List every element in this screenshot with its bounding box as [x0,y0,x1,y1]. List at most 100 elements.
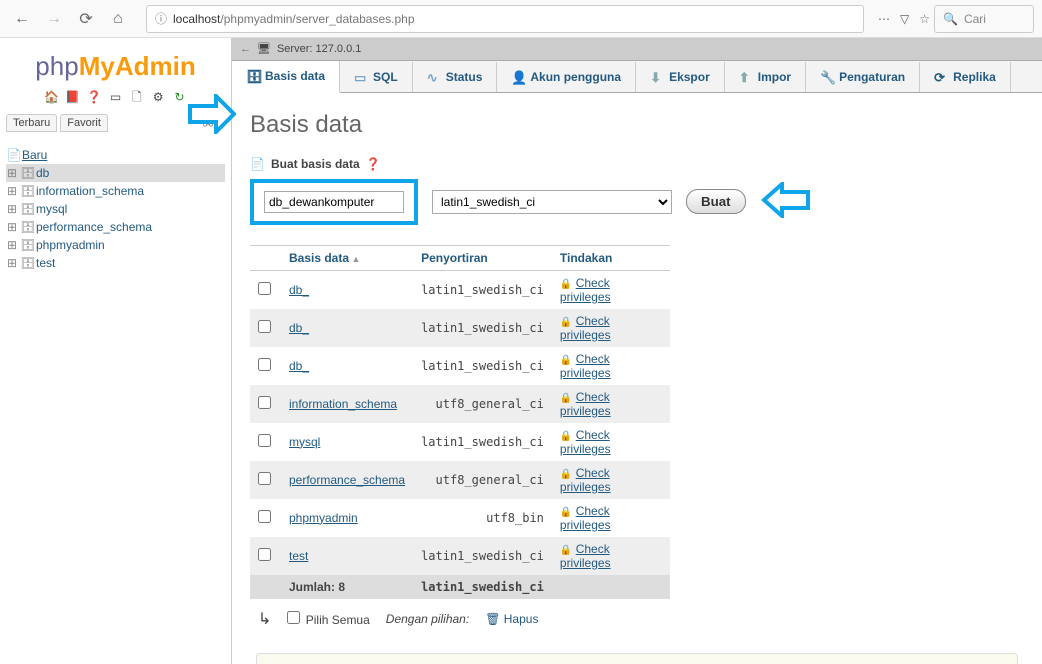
lock-icon [560,390,572,404]
db-link[interactable]: db_ [289,321,309,335]
browser-search[interactable]: 🔍 Cari [934,5,1034,33]
export-icon [650,70,664,84]
tree-db[interactable]: ⊞🗄db [6,164,225,182]
db-link[interactable]: information_schema [289,397,397,411]
lock-icon [560,504,572,518]
db-link[interactable]: performance_schema [289,473,405,487]
sql-icon[interactable]: ▭ [108,90,124,106]
home-icon[interactable]: 🏠 [43,90,59,106]
shield-icon[interactable]: ▽ [900,12,909,26]
col-collation[interactable]: Penyortiran [413,245,552,270]
tab-import[interactable]: Impor [725,62,806,92]
db-link[interactable]: mysql [289,435,320,449]
row-collation: utf8_general_ci [413,385,552,423]
tab-status[interactable]: Status [413,62,498,92]
with-selected-label: Dengan pilihan: [386,612,469,626]
lock-icon [560,352,572,366]
replication-icon [934,70,948,84]
tab-export[interactable]: Ekspor [636,62,725,92]
db-link[interactable]: db_ [289,359,309,373]
tab-users[interactable]: Akun pengguna [497,62,636,92]
row-collation: utf8_bin [413,499,552,537]
table-row: db_latin1_swedish_ci Check privileges [250,347,670,385]
url-bar[interactable]: ⓘ localhost/phpmyadmin/server_databases.… [146,5,864,33]
star-icon[interactable]: ☆ [919,12,930,26]
total-label: Jumlah: 8 [281,575,413,599]
tree-new[interactable]: 📄Baru [6,146,225,164]
row-checkbox[interactable] [258,358,271,371]
col-action: Tindakan [552,245,670,270]
back-button[interactable]: ← [8,5,36,33]
user-icon [511,70,525,84]
create-button[interactable]: Buat [686,189,746,214]
db-link[interactable]: test [289,549,308,563]
import-icon [739,70,753,84]
url-path: /phpmyadmin/server_databases.php [220,12,414,26]
row-checkbox[interactable] [258,396,271,409]
help-icon[interactable]: ❓ [366,157,381,171]
help-icon[interactable]: ❓ [86,90,102,106]
database-table: Basis data Penyortiran Tindakan db_latin… [250,245,670,599]
collation-select[interactable]: latin1_swedish_ci [432,190,672,214]
page-title: Basis data [250,111,1024,139]
annotation-arrow [760,182,810,221]
row-checkbox[interactable] [258,548,271,561]
browser-toolbar: ← → ⟳ ⌂ ⓘ localhost/phpmyadmin/server_da… [0,0,1042,38]
search-placeholder: Cari [964,12,986,26]
add-db-icon: 📄 [250,157,265,171]
url-host: localhost [173,12,220,26]
lock-icon [560,542,572,556]
row-checkbox[interactable] [258,472,271,485]
lock-icon [560,466,572,480]
row-checkbox[interactable] [258,434,271,447]
main-tabs: Basis data SQL Status Akun pengguna Eksp… [232,61,1042,93]
row-collation: latin1_swedish_ci [413,309,552,347]
row-checkbox[interactable] [258,320,271,333]
reload-icon[interactable]: ↻ [172,90,188,106]
insecure-icon: ⓘ [155,10,167,27]
sql-icon [354,70,368,84]
db-link[interactable]: phpmyadmin [289,511,358,525]
database-icon [246,69,260,83]
forward-button[interactable]: → [40,5,68,33]
warning-notice: ⚠ Perhatian: Pengaktifan statistik basis… [256,653,1018,664]
tree-db[interactable]: ⊞🗄test [6,254,225,272]
tree-db[interactable]: ⊞🗄phpmyadmin [6,236,225,254]
db-link[interactable]: db_ [289,283,309,297]
tree-db[interactable]: ⊞🗄performance_schema [6,218,225,236]
table-row: mysqllatin1_swedish_ci Check privileges [250,423,670,461]
row-collation: latin1_swedish_ci [413,423,552,461]
table-row: performance_schemautf8_general_ci Check … [250,461,670,499]
nav-back-icon[interactable]: ← [240,43,251,55]
status-icon [427,70,441,84]
sidebar-tab-recent[interactable]: Terbaru [6,114,57,132]
content: Basis data 📄 Buat basis data ❓ latin1_sw… [232,93,1042,664]
docs-icon[interactable]: 🗋 [129,88,145,104]
table-row: phpmyadminutf8_bin Check privileges [250,499,670,537]
row-checkbox[interactable] [258,510,271,523]
new-db-name-input[interactable] [264,191,404,213]
logout-icon[interactable]: 📕 [65,90,81,106]
delete-button[interactable]: 🗑 Hapus [485,612,538,626]
select-all[interactable]: Pilih Semua [287,611,369,627]
row-collation: latin1_swedish_ci [413,537,552,575]
row-collation: latin1_swedish_ci [413,270,552,309]
logo: phpMyAdmin [0,43,231,84]
tab-sql[interactable]: SQL [340,62,413,92]
settings-icon [820,70,834,84]
settings-icon[interactable]: ⚙ [150,90,166,106]
db-tree: 📄Baru ⊞🗄db ⊞🗄information_schema ⊞🗄mysql … [0,136,231,282]
more-icon[interactable]: ⋯ [878,12,890,26]
tree-db[interactable]: ⊞🗄mysql [6,200,225,218]
tab-databases[interactable]: Basis data [232,61,340,93]
create-db-label: 📄 Buat basis data ❓ [250,157,1024,171]
tab-settings[interactable]: Pengaturan [806,62,920,92]
home-button[interactable]: ⌂ [104,5,132,33]
col-name[interactable]: Basis data [281,245,413,270]
tab-replication[interactable]: Replika [920,62,1011,92]
row-checkbox[interactable] [258,282,271,295]
tree-db[interactable]: ⊞🗄information_schema [6,182,225,200]
sidebar-tab-favorites[interactable]: Favorit [60,114,108,132]
reload-button[interactable]: ⟳ [72,5,100,33]
server-icon: 🖥 [257,42,271,55]
